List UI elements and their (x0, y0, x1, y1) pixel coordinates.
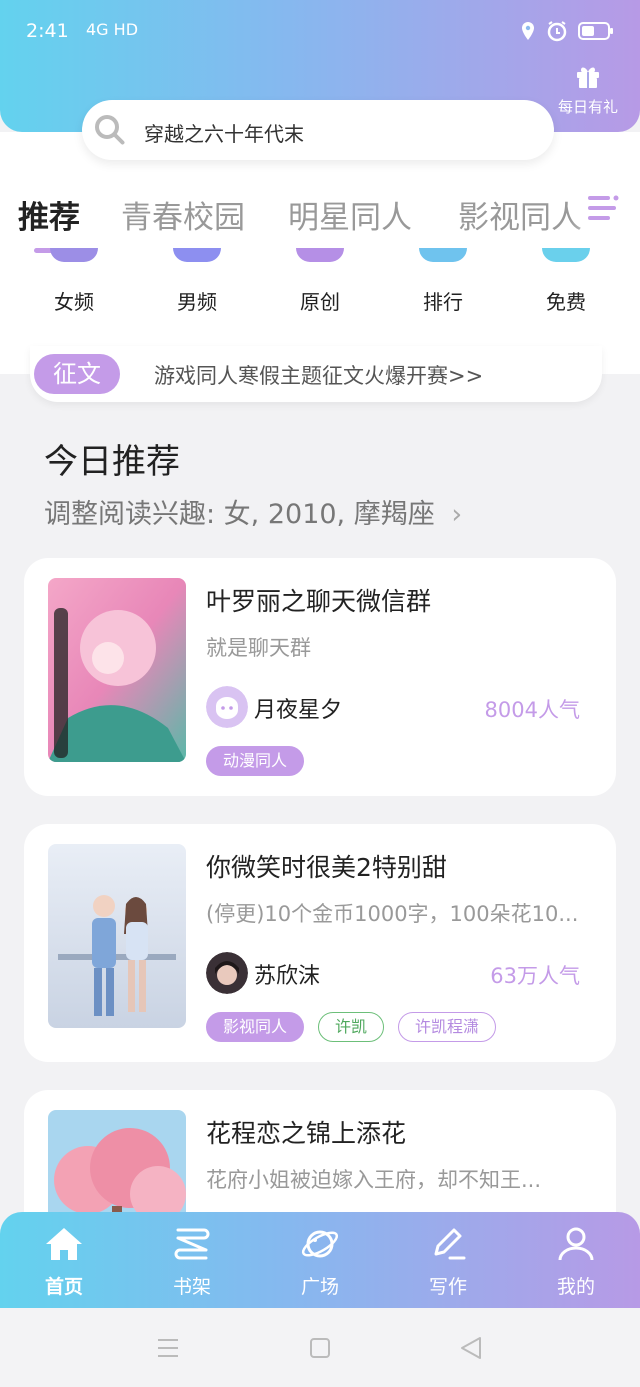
daily-gift-button[interactable]: 每日有礼 (552, 62, 624, 117)
original-icon (296, 248, 344, 262)
tab-campus[interactable]: 青春校园 (121, 192, 245, 237)
female-icon (50, 248, 98, 262)
book-title: 花程恋之锦上添花 (206, 1119, 407, 1148)
notice-text: 游戏同人寒假主题征文火爆开赛>> (154, 364, 484, 388)
bookshelf-icon (174, 1228, 210, 1260)
planet-icon (301, 1230, 339, 1258)
category-label: 排行 (423, 290, 463, 314)
book-title: 你微笑时很美2特别甜 (206, 853, 447, 882)
tag[interactable]: 许凯程潇 (398, 1012, 497, 1042)
network-indicator: 4G HD (86, 20, 139, 39)
status-icons (520, 20, 614, 42)
book-description: 就是聊天群 (206, 636, 311, 660)
tab-celebrity[interactable]: 明星同人 (288, 192, 412, 237)
category-label: 原创 (300, 290, 340, 314)
category-label: 男频 (177, 290, 217, 314)
back-triangle-icon[interactable] (458, 1334, 484, 1362)
notice-badge: 征文 (34, 354, 120, 394)
book-cover (48, 578, 186, 762)
tag-list: 动漫同人 (206, 746, 305, 776)
book-title: 叶罗丽之聊天微信群 (206, 587, 432, 616)
author-name: 苏欣沫 (254, 964, 321, 989)
status-bar: 2:41 4G HD (0, 14, 640, 50)
book-description: (停更)10个金币1000字，100朵花10... (206, 902, 579, 926)
book-card[interactable]: 你微笑时很美2特别甜 (停更)10个金币1000字，100朵花10... 苏欣沫… (24, 824, 616, 1062)
status-time: 2:41 (26, 20, 69, 42)
gift-label: 每日有礼 (557, 98, 618, 116)
category-entries: 女频 男频 原创 排行 免费 (0, 248, 640, 328)
nav-label: 写作 (428, 1276, 467, 1298)
avatar (206, 952, 248, 994)
menu-icon[interactable] (156, 1334, 180, 1362)
pen-icon (434, 1228, 466, 1260)
battery-icon (578, 22, 613, 40)
search-input[interactable]: 穿越之六十年代末 (144, 118, 304, 147)
search-bar[interactable]: 穿越之六十年代末 (82, 100, 554, 160)
chevron-right-icon: › (451, 499, 463, 530)
book-cover (48, 844, 186, 1028)
tab-menu-icon[interactable] (588, 194, 622, 224)
search-icon (95, 115, 125, 145)
male-icon (173, 248, 221, 262)
nav-profile[interactable]: 我的 (536, 1226, 616, 1299)
nav-home[interactable]: 首页 (24, 1226, 104, 1299)
person-icon (558, 1227, 594, 1261)
author-name: 月夜星夕 (254, 698, 343, 723)
contest-notice[interactable]: 征文 游戏同人寒假主题征文火爆开赛>> (30, 346, 602, 402)
reading-interest-link[interactable]: 调整阅读兴趣: 女, 2010, 摩羯座 › (44, 492, 462, 531)
nav-label: 首页 (44, 1276, 83, 1298)
section-title: 今日推荐 (44, 442, 180, 482)
system-navigation-bar (0, 1308, 640, 1387)
reading-interest-text: 调整阅读兴趣: 女, 2010, 摩羯座 (44, 499, 435, 530)
category-tabs: 推荐 青春校园 明星同人 影视同人 (0, 188, 640, 253)
home-square-icon[interactable] (308, 1334, 332, 1362)
alarm-icon (547, 21, 567, 42)
category-label: 免费 (546, 290, 586, 314)
nav-label: 我的 (556, 1276, 595, 1298)
tab-recommend[interactable]: 推荐 (18, 192, 80, 237)
category-label: 女频 (54, 290, 94, 314)
popularity-count: 63万人气 (490, 964, 580, 988)
gift-icon (577, 67, 599, 88)
tag[interactable]: 许凯 (318, 1012, 385, 1042)
nav-plaza[interactable]: 广场 (280, 1226, 360, 1299)
bottom-navigation: 首页 书架 广场 写作 我的 (0, 1212, 640, 1308)
book-card[interactable]: 叶罗丽之聊天微信群 就是聊天群 月夜星夕 8004人气 动漫同人 (24, 558, 616, 796)
ranking-icon (419, 248, 467, 262)
tag[interactable]: 动漫同人 (206, 746, 305, 776)
nav-label: 书架 (172, 1276, 211, 1298)
tag[interactable]: 影视同人 (206, 1012, 305, 1042)
location-icon (522, 22, 534, 40)
tag-list: 影视同人 许凯 许凯程潇 (206, 1012, 497, 1042)
home-icon (46, 1228, 82, 1260)
nav-write[interactable]: 写作 (408, 1226, 488, 1299)
nav-bookshelf[interactable]: 书架 (152, 1226, 232, 1299)
avatar (206, 686, 248, 728)
nav-label: 广场 (300, 1276, 339, 1298)
book-description: 花府小姐被迫嫁入王府，却不知王... (206, 1168, 542, 1192)
popularity-count: 8004人气 (484, 698, 580, 722)
free-icon (542, 248, 590, 262)
tab-film[interactable]: 影视同人 (458, 192, 582, 237)
